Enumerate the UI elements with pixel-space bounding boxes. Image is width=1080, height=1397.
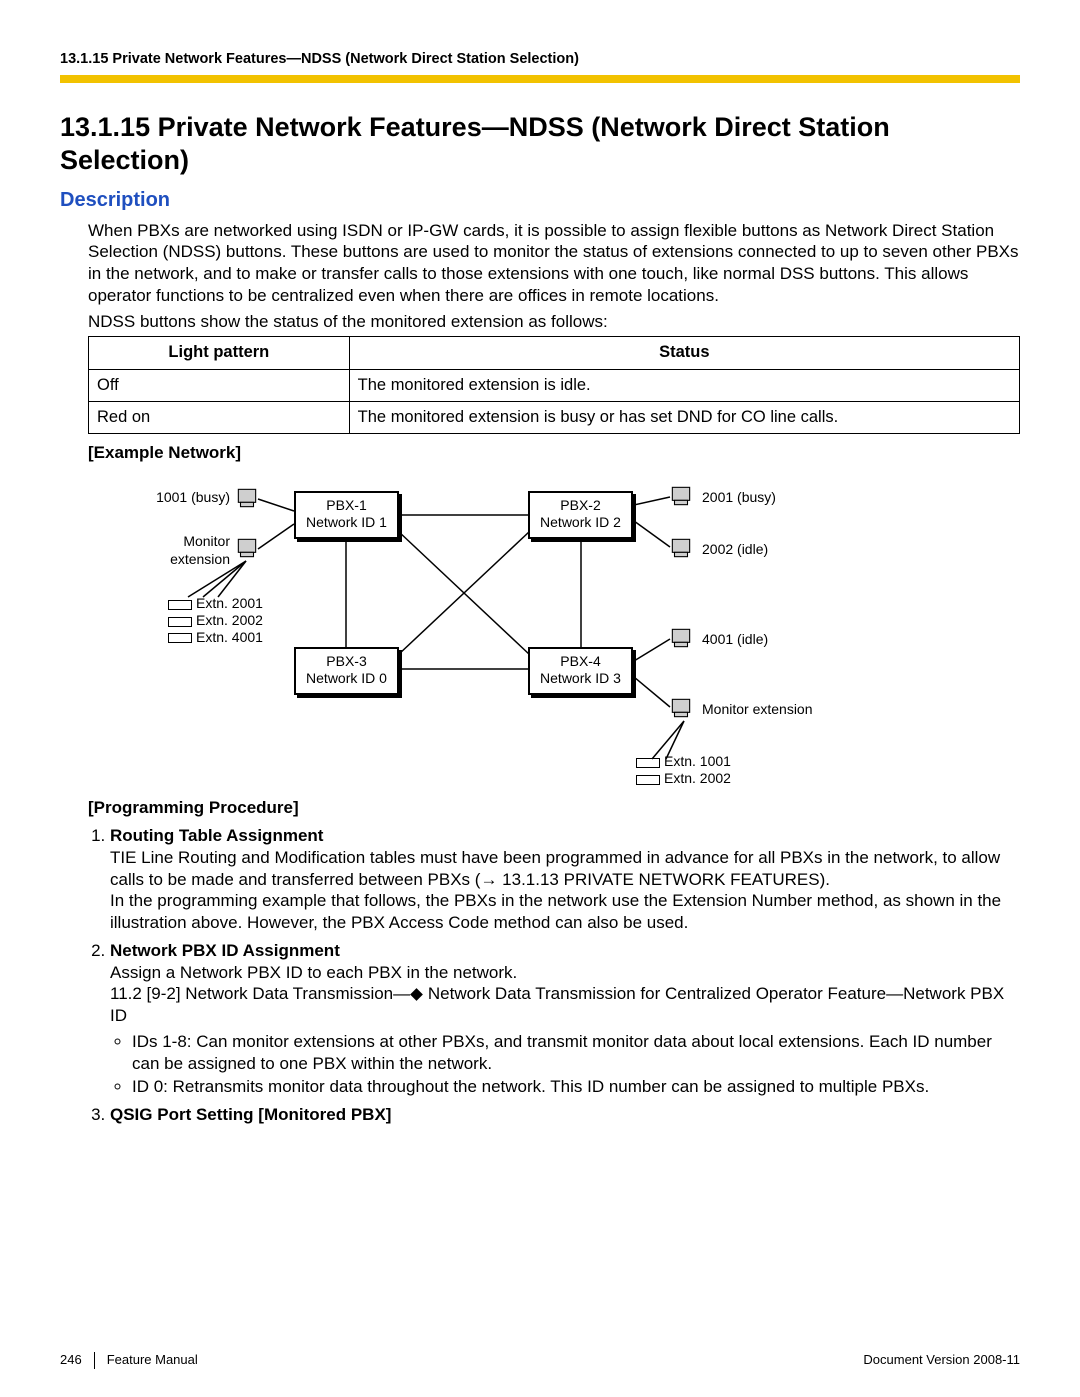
- ext-button-icon: [168, 633, 192, 643]
- procedure-item-1: Routing Table Assignment TIE Line Routin…: [110, 825, 1020, 934]
- pbx-3-box: PBX-3 Network ID 0: [294, 647, 399, 695]
- ext-button-label: Extn. 2002: [664, 770, 731, 786]
- ext-button-label: Extn. 1001: [664, 753, 731, 769]
- phone-icon: [668, 695, 694, 721]
- pbx-nid: Network ID 0: [296, 670, 397, 686]
- table-cell: Red on: [89, 401, 350, 433]
- page-footer: 246 Feature Manual Document Version 2008…: [60, 1352, 1020, 1369]
- page-number: 246: [60, 1352, 95, 1369]
- ext-button-list-right: Extn. 1001 Extn. 2002: [636, 753, 731, 787]
- table-row: Red on The monitored extension is busy o…: [89, 401, 1020, 433]
- network-diagram: PBX-1 Network ID 1 PBX-2 Network ID 2 PB…: [88, 469, 948, 789]
- header-rule: [60, 75, 1020, 83]
- label-monitor-extension-right: Monitor extension: [702, 701, 813, 719]
- phone-icon: [234, 485, 260, 511]
- arrow-icon: →: [480, 870, 497, 889]
- programming-procedure-heading: [Programming Procedure]: [88, 797, 1020, 819]
- table-header-cell: Status: [349, 337, 1019, 369]
- procedure-text: 11.2 [9-2] Network Data Transmission—: [110, 984, 410, 1003]
- description-para-1: When PBXs are networked using ISDN or IP…: [88, 220, 1020, 307]
- page: 13.1.15 Private Network Features—NDSS (N…: [0, 0, 1080, 1397]
- ext-button-icon: [636, 758, 660, 768]
- diamond-icon: [410, 989, 423, 1002]
- pbx-nid: Network ID 2: [530, 514, 631, 530]
- pbx-name: PBX-4: [530, 653, 631, 669]
- description-heading: Description: [60, 188, 1020, 214]
- document-version: Document Version 2008-11: [863, 1352, 1020, 1369]
- phone-icon: [668, 483, 694, 509]
- pbx-name: PBX-1: [296, 497, 397, 513]
- pbx-2-box: PBX-2 Network ID 2: [528, 491, 633, 539]
- manual-name: Feature Manual: [107, 1352, 864, 1369]
- ext-button-icon: [636, 775, 660, 785]
- table-cell: The monitored extension is idle.: [349, 369, 1019, 401]
- ext-button-row: Extn. 2001: [168, 595, 263, 612]
- phone-icon: [234, 535, 260, 561]
- running-head: 13.1.15 Private Network Features—NDSS (N…: [60, 50, 1020, 69]
- ext-button-icon: [168, 617, 192, 627]
- procedure-bullet: ID 0: Retransmits monitor data throughou…: [132, 1076, 1020, 1098]
- table-header-cell: Light pattern: [89, 337, 350, 369]
- ext-button-list-left: Extn. 2001 Extn. 2002 Extn. 4001: [168, 595, 263, 645]
- pbx-1-box: PBX-1 Network ID 1: [294, 491, 399, 539]
- ext-button-row: Extn. 2002: [168, 612, 263, 629]
- label-1001-busy: 1001 (busy): [140, 489, 230, 507]
- description-body: When PBXs are networked using ISDN or IP…: [88, 220, 1020, 464]
- table-row: Off The monitored extension is idle.: [89, 369, 1020, 401]
- procedure-item-title: Network PBX ID Assignment: [110, 941, 340, 960]
- procedure-sublist: IDs 1-8: Can monitor extensions at other…: [110, 1031, 1020, 1098]
- ext-button-label: Extn. 2002: [196, 612, 263, 628]
- status-table: Light pattern Status Off The monitored e…: [88, 336, 1020, 433]
- pbx-name: PBX-3: [296, 653, 397, 669]
- procedure-text: In the programming example that follows,…: [110, 891, 1001, 932]
- table-header-row: Light pattern Status: [89, 337, 1020, 369]
- label-monitor-extension: Monitor extension: [140, 533, 230, 569]
- ext-button-row: Extn. 2002: [636, 770, 731, 787]
- procedure-text: Assign a Network PBX ID to each PBX in t…: [110, 963, 517, 982]
- ext-button-label: Extn. 4001: [196, 629, 263, 645]
- phone-icon: [668, 535, 694, 561]
- procedure-item-title: QSIG Port Setting [Monitored PBX]: [110, 1105, 391, 1124]
- example-network-heading: [Example Network]: [88, 442, 1020, 464]
- pbx-4-box: PBX-4 Network ID 3: [528, 647, 633, 695]
- procedure-item-3: QSIG Port Setting [Monitored PBX]: [110, 1104, 1020, 1126]
- pbx-nid: Network ID 3: [530, 670, 631, 686]
- table-cell: Off: [89, 369, 350, 401]
- procedure-list: Routing Table Assignment TIE Line Routin…: [110, 825, 1020, 1126]
- procedure-item-title: Routing Table Assignment: [110, 826, 323, 845]
- label-4001-idle: 4001 (idle): [702, 631, 768, 649]
- procedure-item-2: Network PBX ID Assignment Assign a Netwo…: [110, 940, 1020, 1098]
- ext-button-icon: [168, 600, 192, 610]
- table-cell: The monitored extension is busy or has s…: [349, 401, 1019, 433]
- programming-procedure-block: [Programming Procedure] Routing Table As…: [88, 797, 1020, 1126]
- label-2001-busy: 2001 (busy): [702, 489, 776, 507]
- section-title: 13.1.15 Private Network Features—NDSS (N…: [60, 111, 1020, 179]
- phone-icon: [668, 625, 694, 651]
- pbx-name: PBX-2: [530, 497, 631, 513]
- procedure-bullet: IDs 1-8: Can monitor extensions at other…: [132, 1031, 1020, 1075]
- ext-button-row: Extn. 4001: [168, 629, 263, 646]
- pbx-nid: Network ID 1: [296, 514, 397, 530]
- description-para-2: NDSS buttons show the status of the moni…: [88, 311, 1020, 333]
- label-2002-idle: 2002 (idle): [702, 541, 768, 559]
- ext-button-label: Extn. 2001: [196, 595, 263, 611]
- ext-button-row: Extn. 1001: [636, 753, 731, 770]
- procedure-text: 13.1.13 PRIVATE NETWORK FEATURES).: [497, 870, 830, 889]
